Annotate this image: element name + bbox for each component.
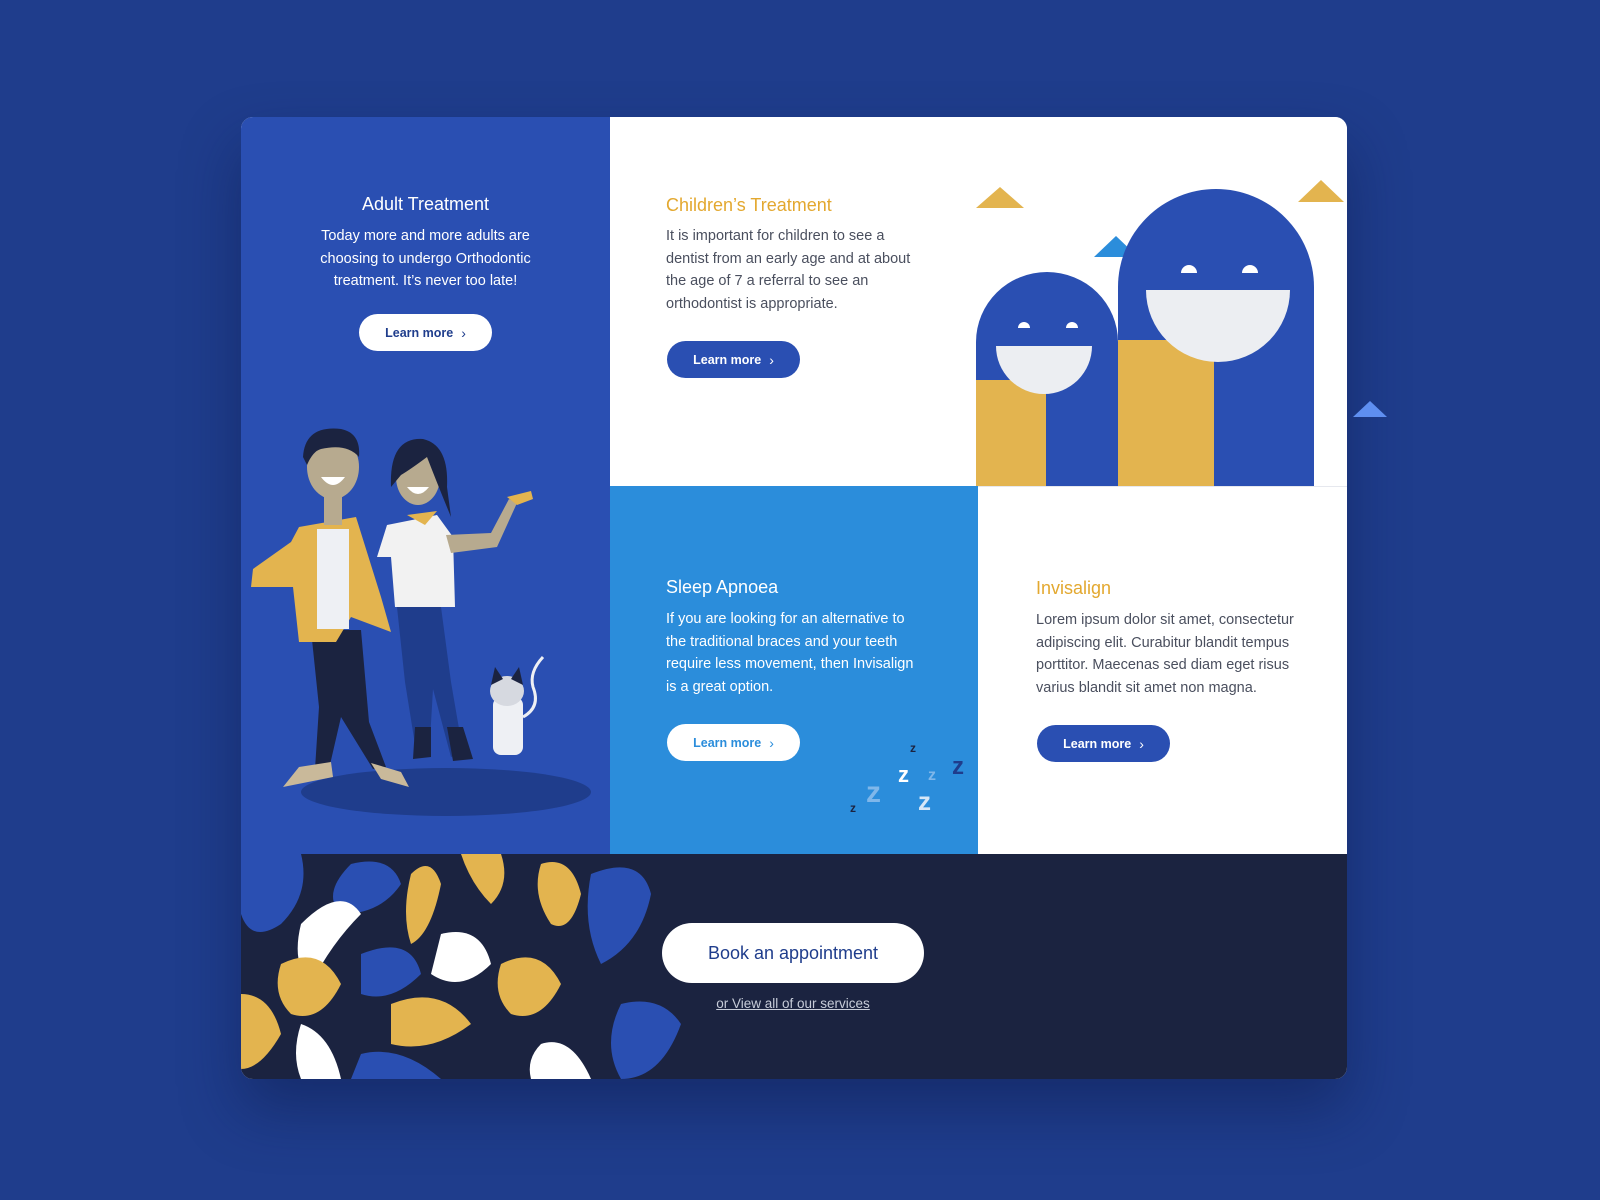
woman-arm: [446, 499, 517, 553]
ground-shadow: [301, 768, 591, 816]
adult-treatment-panel: Adult Treatment Today more and more adul…: [241, 117, 610, 854]
invisalign-learn-more-label: Learn more: [1063, 736, 1132, 751]
petal-shape: [241, 994, 281, 1069]
petal-shape: [277, 957, 341, 1016]
woman-top: [377, 515, 455, 607]
childrens-treatment-text: It is important for children to see a de…: [666, 228, 911, 312]
childrens-treatment-title: Children’s Treatment: [666, 195, 832, 215]
invisalign-learn-more-button[interactable]: Learn more ›: [1037, 725, 1170, 762]
sleep-learn-more-label: Learn more: [693, 735, 762, 750]
triangle-decoration: [1298, 180, 1344, 202]
children-learn-more-button[interactable]: Learn more ›: [667, 341, 800, 378]
zzz-mark: z: [952, 753, 964, 780]
adult-learn-more-label: Learn more: [385, 325, 454, 340]
woman-boot-left: [413, 727, 431, 759]
triangle-decoration: [976, 187, 1024, 208]
children-learn-more-label: Learn more: [693, 352, 762, 367]
zzz-mark: z: [918, 786, 931, 816]
invisalign-panel: Invisalign Lorem ipsum dolor sit amet, c…: [978, 486, 1347, 855]
abstract-petals-illustration: [241, 854, 681, 1079]
big-face-body-left: [1118, 340, 1214, 486]
sleep-zzz-illustration: z z z z z z z: [850, 741, 964, 816]
zzz-mark: z: [928, 767, 936, 784]
triangle-decoration: [1353, 401, 1387, 417]
adult-treatment-title: Adult Treatment: [361, 194, 490, 214]
petal-shape: [461, 854, 505, 904]
sleep-learn-more-button[interactable]: Learn more ›: [667, 724, 800, 761]
small-face-body-left: [976, 380, 1046, 486]
petal-shape: [241, 854, 304, 932]
petal-shape: [391, 997, 471, 1047]
adult-learn-more-button[interactable]: Learn more ›: [359, 314, 492, 351]
services-card: Adult Treatment Today more and more adul…: [241, 117, 1347, 1079]
man-shirt: [317, 529, 349, 629]
man-neck: [324, 497, 342, 525]
petal-shape: [587, 867, 651, 964]
man-legs: [311, 630, 386, 769]
zzz-mark: z: [850, 801, 856, 815]
sleep-apnoea-panel: Sleep Apnoea If you are looking for an a…: [610, 486, 978, 854]
invisalign-title: Invisalign: [1036, 578, 1112, 598]
petal-shape: [431, 932, 491, 982]
petal-shape: [296, 1024, 341, 1079]
couple-with-cat-illustration: [251, 428, 591, 816]
chevron-right-icon: ›: [1139, 735, 1144, 752]
petal-shape: [497, 957, 561, 1016]
zzz-mark: z: [898, 762, 909, 787]
petal-shape: [537, 862, 581, 926]
chevron-right-icon: ›: [769, 351, 774, 368]
petal-shape: [611, 1001, 681, 1079]
invisalign-text: Lorem ipsum dolor sit amet, consectetur …: [1036, 612, 1294, 696]
cat-tail: [522, 655, 545, 719]
appointment-footer: Book an appointment or View all of our s…: [241, 854, 1347, 1079]
petal-shape: [529, 1042, 591, 1079]
petal-shape: [361, 947, 421, 997]
childrens-treatment-panel: Children’s Treatment It is important for…: [610, 117, 1347, 486]
sleep-apnoea-text: If you are looking for an alternative to…: [666, 611, 914, 695]
sleep-apnoea-title: Sleep Apnoea: [666, 577, 779, 597]
chevron-right-icon: ›: [461, 324, 466, 341]
zzz-mark: z: [866, 776, 881, 809]
zzz-mark: z: [910, 741, 916, 755]
book-appointment-button[interactable]: Book an appointment: [662, 923, 924, 983]
petal-shape: [406, 866, 441, 944]
view-all-services-link[interactable]: or View all of our services: [662, 996, 924, 1011]
smiling-faces-illustration: [976, 180, 1344, 486]
petal-shape: [351, 1051, 441, 1079]
chevron-right-icon: ›: [769, 734, 774, 751]
adult-treatment-text: Today more and more adults are choosing …: [320, 228, 531, 289]
